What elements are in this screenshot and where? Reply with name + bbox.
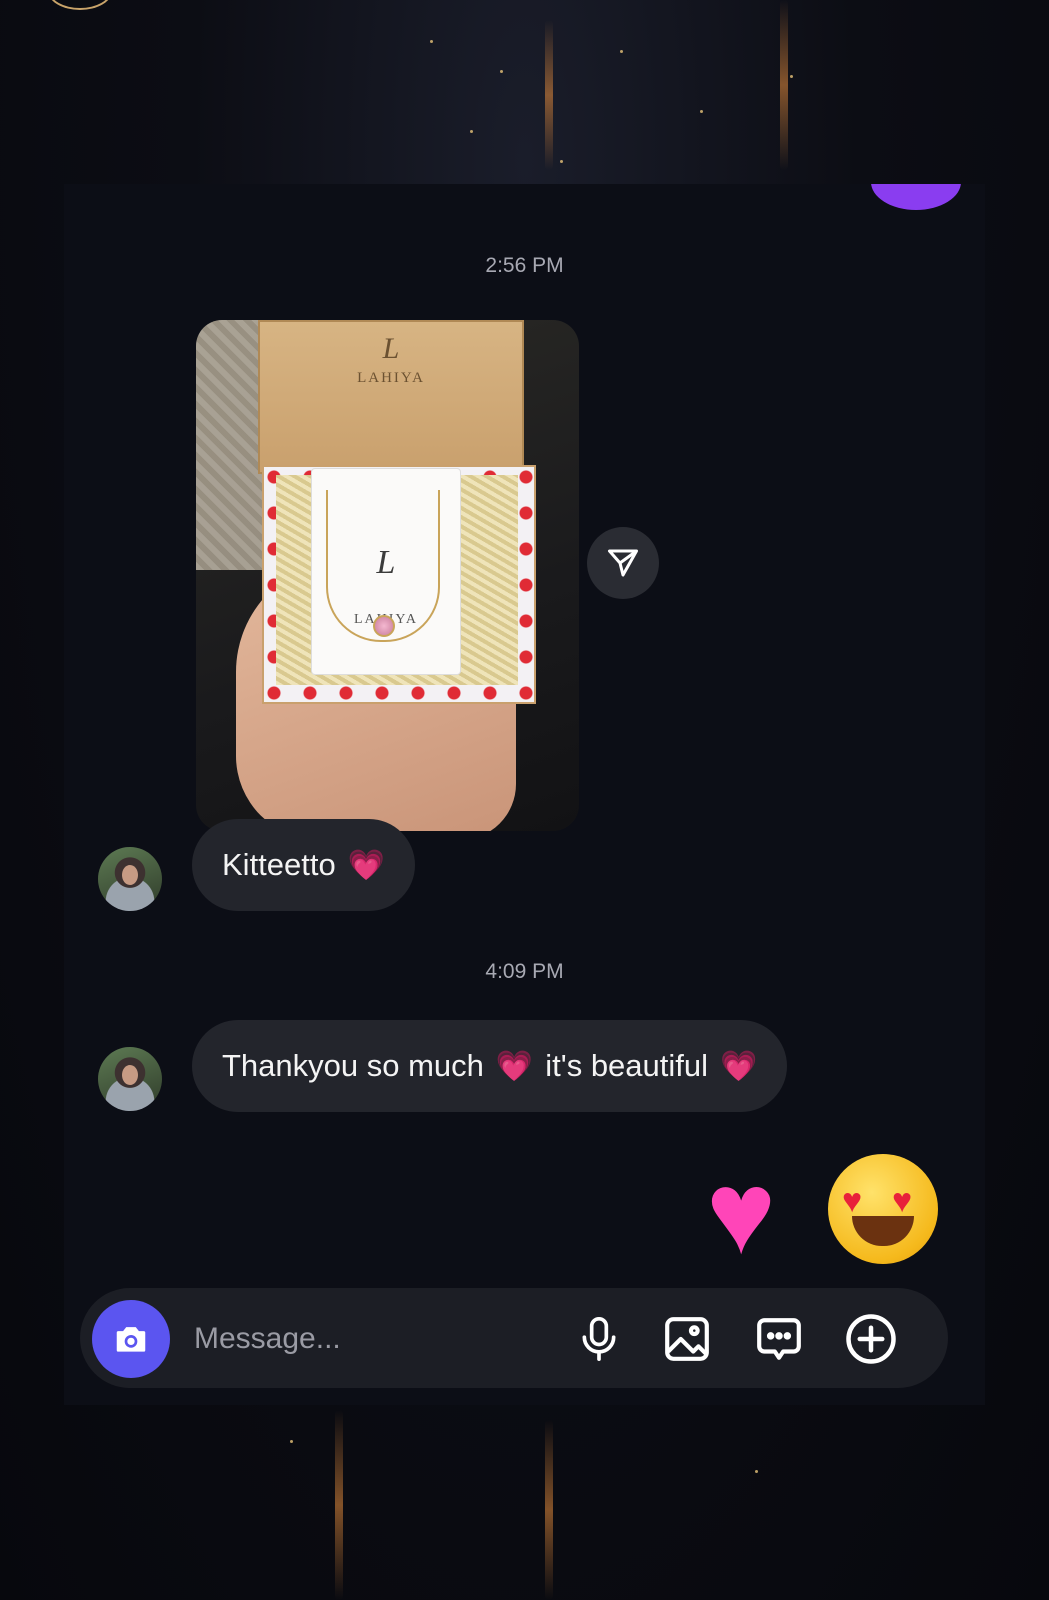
sparkle (500, 70, 503, 73)
necklace-pendant (373, 615, 395, 637)
box-lid: L LAHIYA (258, 320, 524, 474)
sparkle (700, 110, 703, 113)
message-text: it's beautiful (545, 1048, 709, 1083)
message-text: Kitteetto (222, 847, 336, 882)
pink-heart-emoji: 💗 (720, 1049, 758, 1083)
camera-button[interactable] (92, 1300, 170, 1378)
add-icon (846, 1314, 896, 1364)
sticker-chat-icon (757, 1318, 801, 1360)
share-button[interactable] (587, 527, 659, 599)
message-bubble[interactable]: Kitteetto 💗 (192, 819, 416, 911)
avatar[interactable] (98, 847, 162, 911)
sticker-chat-button[interactable] (752, 1312, 806, 1366)
box-logo: L (382, 332, 400, 365)
sparkle (620, 50, 623, 53)
gallery-button[interactable] (660, 1312, 714, 1366)
light-streak (780, 0, 788, 170)
message-bubble[interactable]: Thankyou so much 💗 it's beautiful 💗 (192, 1020, 788, 1112)
previous-sent-bubble (871, 184, 961, 210)
light-streak (545, 1420, 553, 1600)
shared-photo[interactable]: L LAHIYA L LAHIYA (196, 320, 579, 831)
camera-icon (116, 1327, 146, 1352)
sparkle (290, 1440, 293, 1443)
light-streak (545, 20, 553, 170)
message-text: Thankyou so much (222, 1048, 484, 1083)
avatar[interactable] (98, 1047, 162, 1111)
sparkle (790, 75, 793, 78)
sparkle (560, 160, 563, 163)
gallery-icon (665, 1317, 709, 1361)
microphone-icon (582, 1317, 616, 1361)
message-input[interactable] (192, 1314, 556, 1364)
top-ring-decoration (48, 0, 112, 10)
add-button[interactable] (844, 1312, 898, 1366)
microphone-button[interactable] (572, 1312, 626, 1366)
pink-heart-emoji: 💗 (347, 848, 386, 882)
timestamp: 2:56 PM (485, 254, 564, 277)
heart-eyes-emoji[interactable]: ♥ ♥ (828, 1154, 938, 1264)
send-icon (608, 549, 638, 577)
sparkle (470, 130, 473, 133)
timestamp: 4:09 PM (485, 960, 564, 983)
pink-heart-emoji: 💗 (495, 1049, 534, 1083)
sparkle (430, 40, 433, 43)
message-composer (80, 1288, 948, 1388)
sparkle (755, 1470, 758, 1473)
box-brand: LAHIYA (357, 370, 425, 386)
chat-thread[interactable]: 2:56 PM L LAHIYA L LAHIYA Kitteetto 💗 4:… (64, 184, 985, 1405)
sent-heart-emoji[interactable]: ♥ (706, 1154, 776, 1272)
light-streak (335, 1410, 343, 1600)
